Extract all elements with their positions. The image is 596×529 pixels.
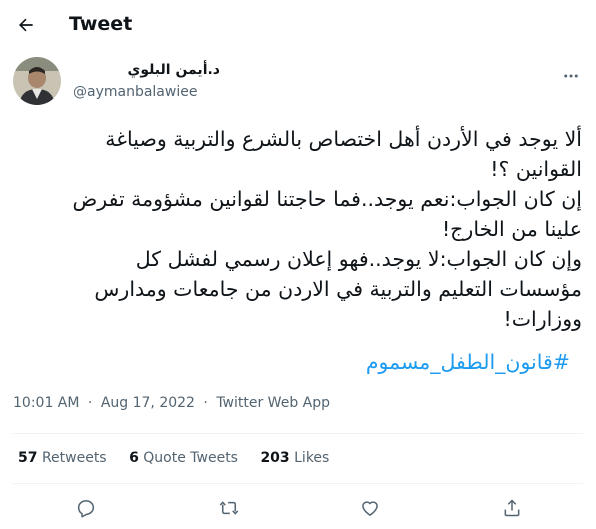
more-options-button[interactable]: [559, 64, 583, 88]
like-button[interactable]: [356, 494, 384, 522]
reply-icon: [77, 500, 95, 518]
tweet-text: ألا يوجد في الأردن أهل اختصاص بالشرع وال…: [12, 124, 583, 334]
tweet-date[interactable]: Aug 17, 2022: [101, 395, 195, 411]
likes-label: Likes: [294, 450, 330, 466]
tweet-stats: 57 Retweets 6 Quote Tweets 203 Likes: [18, 450, 347, 466]
tweet-line: القوانين ؟!: [490, 157, 582, 181]
hashtag-link[interactable]: #قانون_الطفل_مسموم: [200, 350, 570, 374]
tweet-line: ووزارات!: [503, 307, 582, 331]
meta-separator: ·: [87, 395, 93, 411]
tweet-time[interactable]: 10:01 AM: [13, 395, 79, 411]
like-icon: [362, 501, 378, 516]
reply-button[interactable]: [72, 494, 100, 522]
more-icon: [564, 74, 578, 78]
author-handle[interactable]: @aymanbalawiee: [73, 84, 197, 100]
meta-separator: ·: [203, 395, 208, 411]
tweet-meta: 10:01 AM · Aug 17, 2022 · Twitter Web Ap…: [13, 395, 330, 411]
back-arrow-icon: [19, 18, 33, 32]
retweets-label: Retweets: [41, 450, 107, 466]
share-icon: [504, 499, 520, 517]
back-button[interactable]: [10, 9, 42, 41]
tweet-source[interactable]: Twitter Web App: [216, 395, 330, 411]
tweet-line: مؤسسات التعليم والتربية في الاردن من جام…: [94, 277, 582, 301]
likes-stat[interactable]: 203 Likes: [260, 450, 329, 466]
retweets-stat[interactable]: 57 Retweets: [18, 450, 107, 466]
divider: [13, 433, 583, 434]
tweet-line: إن كان الجواب:نعم يوجد..فما حاجتنا لقوان…: [72, 187, 583, 211]
page-title: Tweet: [69, 13, 133, 35]
quotes-stat[interactable]: 6 Quote Tweets: [129, 450, 238, 466]
retweet-button[interactable]: [215, 494, 243, 522]
likes-count: 203: [260, 450, 290, 466]
action-bar: [0, 490, 596, 526]
quotes-count: 6: [129, 450, 139, 466]
retweet-icon: [219, 501, 239, 515]
avatar-image: [13, 57, 61, 105]
retweets-count: 57: [18, 450, 38, 466]
avatar[interactable]: [13, 57, 61, 105]
tweet-line: علينا من الخارج!: [441, 217, 582, 241]
divider: [13, 483, 583, 484]
quotes-label: Quote Tweets: [143, 450, 238, 466]
tweet-line: ألا يوجد في الأردن أهل اختصاص بالشرع وال…: [105, 127, 582, 151]
author-display-name[interactable]: د.أيمن البلوي: [120, 62, 220, 78]
top-bar: Tweet: [0, 0, 596, 50]
tweet-line: وإن كان الجواب:لا يوجد..فهو إعلان رسمي ل…: [135, 247, 582, 271]
share-button[interactable]: [498, 494, 526, 522]
